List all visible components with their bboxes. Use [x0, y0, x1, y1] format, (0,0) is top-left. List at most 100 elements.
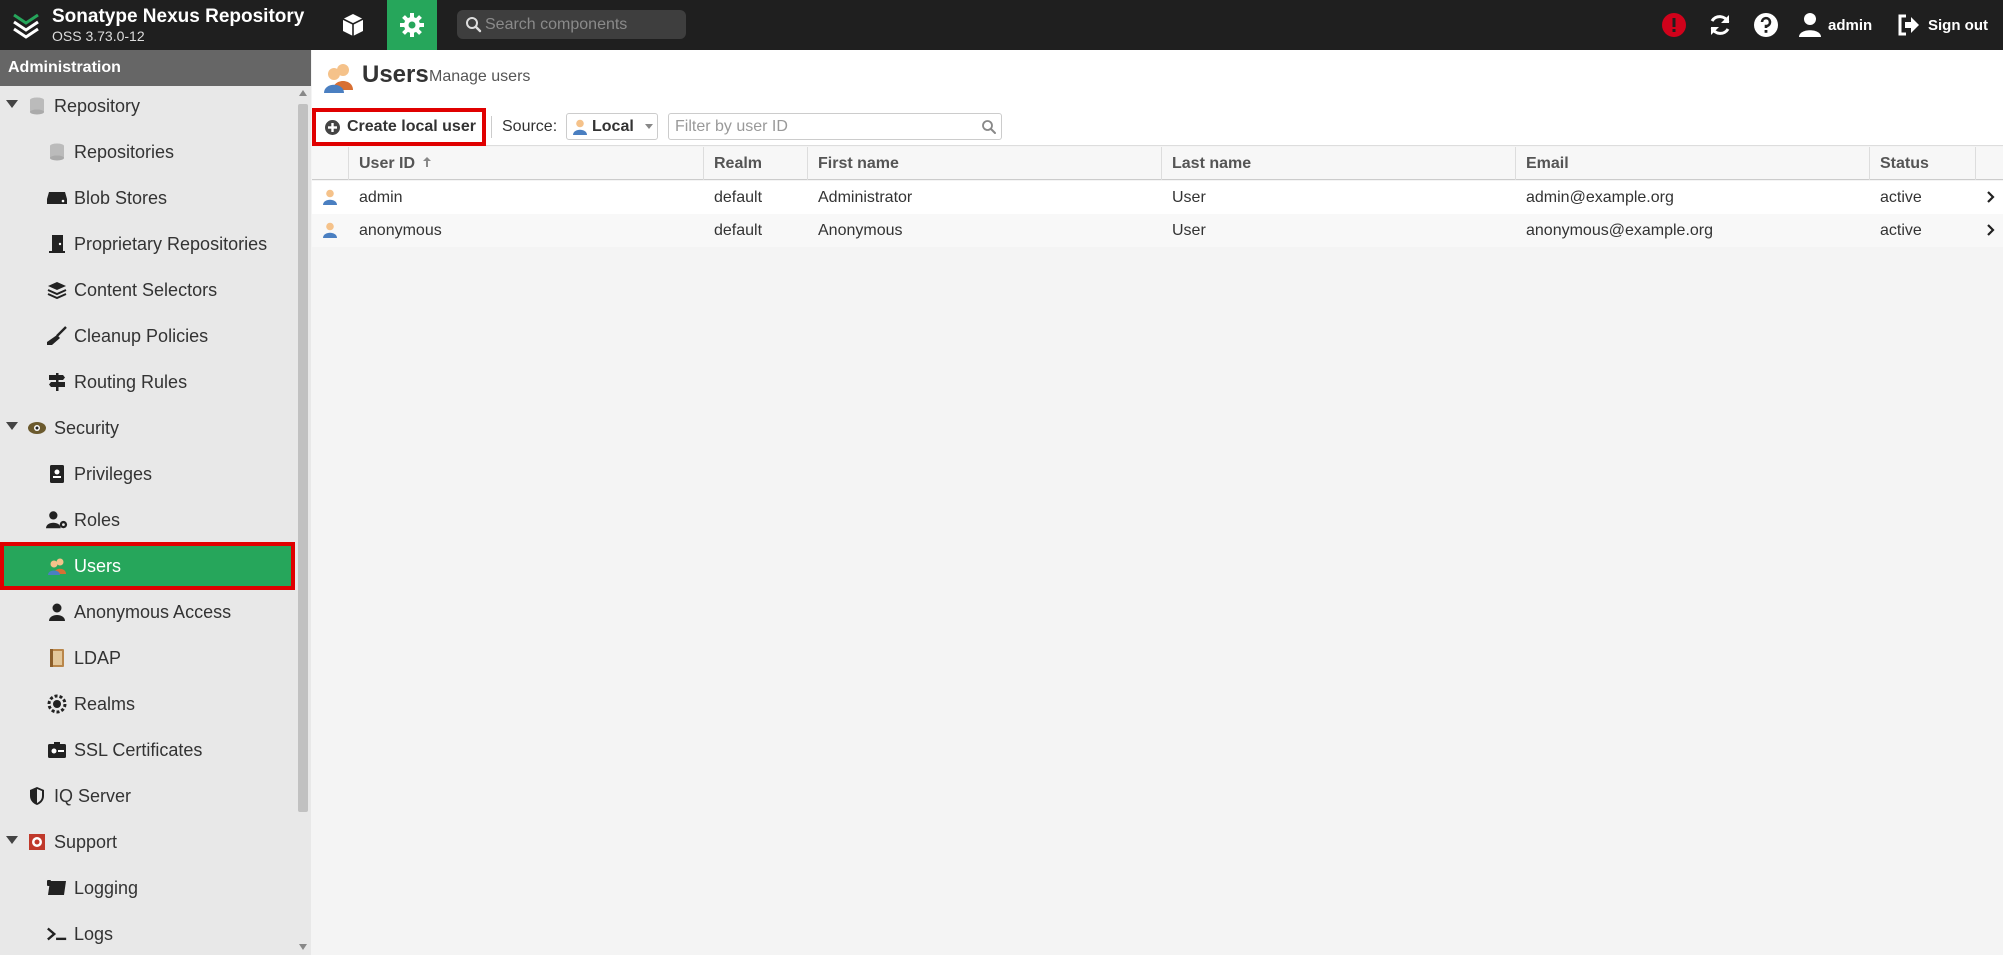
- sidebar-item-routing-rules[interactable]: Routing Rules: [46, 362, 295, 402]
- scroll-thumb[interactable]: [298, 104, 308, 812]
- source-value: Local: [592, 117, 634, 135]
- user-icon: [573, 119, 587, 135]
- chevron-down-icon[interactable]: [6, 836, 18, 844]
- lifebuoy-icon: [26, 831, 48, 853]
- username: admin: [1828, 16, 1873, 34]
- column-header-status[interactable]: Status: [1870, 147, 1976, 180]
- cube-icon: [342, 14, 364, 36]
- chevron-right-icon[interactable]: [1984, 190, 1998, 204]
- security-eye-icon: [26, 417, 48, 439]
- scroll-icon: [46, 877, 68, 899]
- sidebar-item-iq-server[interactable]: IQ Server: [26, 776, 295, 816]
- sign-out-icon: [1898, 14, 1919, 36]
- grid-header: User ID Realm First name Last name Email…: [312, 147, 2003, 180]
- sidebar-item-label: Proprietary Repositories: [74, 233, 268, 254]
- sidebar-item-label: Cleanup Policies: [74, 325, 209, 346]
- sidebar-item-privileges[interactable]: Privileges: [46, 454, 295, 494]
- sidebar-title: Administration: [0, 50, 311, 86]
- chevron-down-icon[interactable]: [6, 422, 18, 430]
- column-header-email[interactable]: Email: [1516, 147, 1870, 180]
- administration-button[interactable]: [387, 0, 437, 50]
- toolbar: Create local user Source: Local: [312, 108, 2003, 146]
- door-icon: [46, 233, 68, 255]
- sidebar-item-logging[interactable]: Logging: [46, 868, 295, 908]
- sidebar-item-logs[interactable]: Logs: [46, 914, 295, 954]
- realm-gear-icon: [46, 693, 68, 715]
- sidebar-item-proprietary-repositories[interactable]: Proprietary Repositories: [46, 224, 295, 264]
- column-header-label: Email: [1526, 155, 1569, 172]
- shield-icon: [26, 785, 48, 807]
- cell-email: admin@example.org: [1526, 189, 1674, 206]
- column-header-last-name[interactable]: Last name: [1162, 147, 1516, 180]
- column-header-label: Realm: [714, 155, 763, 172]
- sidebar-scrollbar[interactable]: [295, 86, 311, 955]
- column-header-icon: [312, 147, 349, 180]
- sidebar-item-realms[interactable]: Realms: [46, 684, 295, 724]
- search-icon[interactable]: [981, 119, 997, 135]
- sidebar-item-cleanup-policies[interactable]: Cleanup Policies: [46, 316, 295, 356]
- sign-out-button[interactable]: Sign out: [1897, 10, 1988, 40]
- sidebar-item-label: Routing Rules: [74, 371, 188, 392]
- create-local-user-button[interactable]: Create local user: [312, 108, 486, 146]
- create-local-user-label: Create local user: [347, 118, 476, 135]
- database-icon: [46, 141, 68, 163]
- column-header-user-id[interactable]: User ID: [349, 147, 704, 180]
- alert-button[interactable]: [1659, 10, 1689, 40]
- sidebar-item-blob-stores[interactable]: Blob Stores: [46, 178, 295, 218]
- refresh-button[interactable]: [1705, 10, 1735, 40]
- filter-input[interactable]: [675, 114, 975, 139]
- address-book-icon: [46, 647, 68, 669]
- sidebar-item-ssl-certificates[interactable]: SSL Certificates: [46, 730, 295, 770]
- column-header-first-name[interactable]: First name: [808, 147, 1162, 180]
- source-select[interactable]: Local: [566, 113, 658, 140]
- table-row[interactable]: admin default Administrator User admin@e…: [312, 181, 2003, 214]
- table-row[interactable]: anonymous default Anonymous User anonymo…: [312, 214, 2003, 247]
- sidebar-item-label: Privileges: [74, 463, 153, 484]
- search-components[interactable]: [457, 10, 686, 39]
- search-input[interactable]: [485, 10, 680, 39]
- column-header-label: Status: [1880, 155, 1929, 172]
- user-menu[interactable]: admin: [1798, 10, 1872, 40]
- column-header-label: First name: [818, 155, 899, 172]
- source-label: Source:: [502, 118, 558, 135]
- sidebar-item-label: Roles: [74, 509, 121, 530]
- cell-realm: default: [714, 222, 763, 239]
- sidebar-item-repository[interactable]: Repository: [6, 86, 295, 126]
- sidebar-item-label: SSL Certificates: [74, 739, 203, 760]
- sidebar-item-security[interactable]: Security: [6, 408, 295, 448]
- sidebar-item-label: Logging: [74, 877, 139, 898]
- scroll-up-arrow[interactable]: [299, 90, 307, 96]
- sidebar-item-anonymous-access[interactable]: Anonymous Access: [46, 592, 295, 632]
- help-button[interactable]: [1751, 10, 1781, 40]
- broom-icon: [46, 325, 68, 347]
- certificate-icon: [46, 739, 68, 761]
- cell-first-name: Administrator: [818, 189, 913, 206]
- sidebar-item-users[interactable]: Users: [0, 542, 295, 590]
- scroll-down-arrow[interactable]: [299, 944, 307, 950]
- filter-by-user-id[interactable]: [668, 113, 1002, 140]
- cell-last-name: User: [1172, 222, 1206, 239]
- page-header: Users Manage users: [312, 50, 2003, 108]
- sidebar-item-roles[interactable]: Roles: [46, 500, 295, 540]
- column-header-realm[interactable]: Realm: [704, 147, 808, 180]
- brand[interactable]: Sonatype Nexus Repository OSS 3.73.0-12: [10, 6, 310, 44]
- layers-icon: [46, 279, 68, 301]
- sidebar-item-content-selectors[interactable]: Content Selectors: [46, 270, 295, 310]
- sidebar-item-label: Repository: [54, 95, 141, 116]
- sidebar-item-label: Logs: [74, 923, 114, 944]
- gear-icon: [400, 13, 424, 37]
- sidebar-item-repositories[interactable]: Repositories: [46, 132, 295, 172]
- chevron-right-icon[interactable]: [1984, 223, 1998, 237]
- signpost-icon: [46, 371, 68, 393]
- chevron-down-icon[interactable]: [6, 100, 18, 108]
- page-subtitle: Manage users: [429, 68, 531, 85]
- sidebar-item-support[interactable]: Support: [6, 822, 295, 862]
- cell-status: active: [1880, 189, 1922, 206]
- column-header-label: Last name: [1172, 155, 1252, 172]
- sidebar-item-label: Users: [74, 555, 122, 576]
- sidebar-item-label: Realms: [74, 693, 136, 714]
- database-icon: [26, 95, 48, 117]
- cell-email: anonymous@example.org: [1526, 222, 1714, 239]
- sidebar-item-ldap[interactable]: LDAP: [46, 638, 295, 678]
- browse-button[interactable]: [328, 0, 378, 50]
